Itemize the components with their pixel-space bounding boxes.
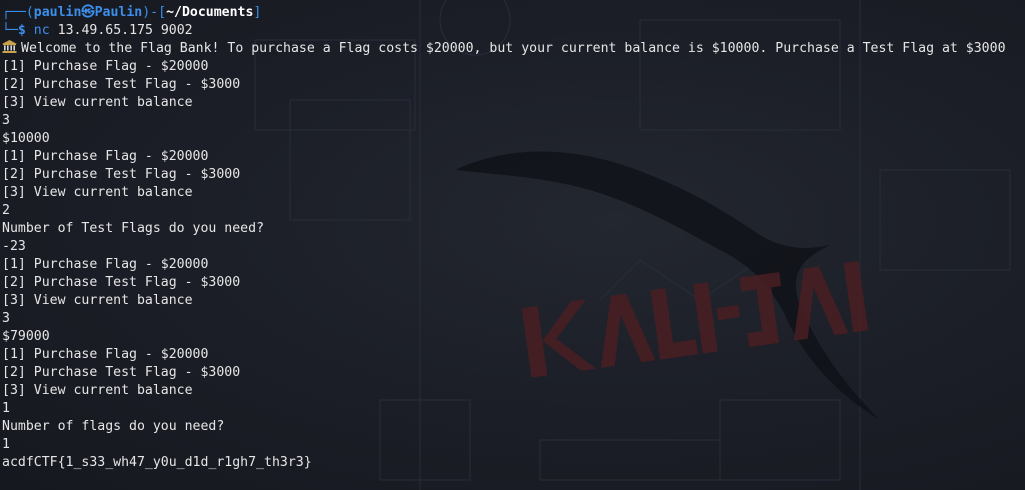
prompt-frame-corner: └─ bbox=[2, 23, 18, 38]
menu-option-3: [3] View current balance bbox=[2, 293, 193, 308]
menu-option-2: [2] Purchase Test Flag - $3000 bbox=[2, 167, 241, 182]
terminal-window[interactable]: ┌──(paulin㉿Paulin)-[~/Documents] └─$ nc … bbox=[0, 0, 1025, 490]
menu-option-2: [2] Purchase Test Flag - $3000 bbox=[2, 275, 241, 290]
balance-output: $10000 bbox=[2, 131, 50, 146]
prompt-frame-start: ┌──( bbox=[2, 5, 34, 20]
prompt-frame-mid: )-[ bbox=[142, 5, 167, 20]
user-input: 1 bbox=[2, 401, 10, 416]
menu-option-2: [2] Purchase Test Flag - $3000 bbox=[2, 77, 241, 92]
quantity-question: Number of flags do you need? bbox=[2, 419, 225, 434]
user-input: 1 bbox=[2, 437, 10, 452]
menu-option-3: [3] View current balance bbox=[2, 383, 193, 398]
menu-option-2: [2] Purchase Test Flag - $3000 bbox=[2, 365, 241, 380]
menu-option-1: [1] Purchase Flag - $20000 bbox=[2, 347, 209, 362]
menu-option-1: [1] Purchase Flag - $20000 bbox=[2, 149, 209, 164]
bank-icon bbox=[2, 40, 17, 53]
quantity-question: Number of Test Flags do you need? bbox=[2, 221, 265, 236]
output-line: Welcome to the Flag Bank! To purchase a … bbox=[2, 40, 1025, 58]
prompt-dollar: $ bbox=[17, 23, 26, 38]
balance-output: $79000 bbox=[2, 329, 50, 344]
user-input: -23 bbox=[2, 239, 26, 254]
prompt-frame-end: ] bbox=[253, 5, 262, 20]
prompt-at-symbol: ㉿ bbox=[81, 5, 95, 20]
command-args: 13.49.65.175 9002 bbox=[57, 23, 193, 38]
prompt-line-1: ┌──(paulin㉿Paulin)-[~/Documents] bbox=[2, 4, 1025, 22]
command-name: nc bbox=[33, 23, 50, 38]
welcome-message: Welcome to the Flag Bank! To purchase a … bbox=[21, 41, 1006, 56]
menu-option-3: [3] View current balance bbox=[2, 95, 193, 110]
menu-option-3: [3] View current balance bbox=[2, 185, 193, 200]
prompt-host: Paulin bbox=[94, 5, 143, 20]
menu-option-1: [1] Purchase Flag - $20000 bbox=[2, 257, 209, 272]
prompt-user: paulin bbox=[33, 5, 82, 20]
user-input: 3 bbox=[2, 113, 10, 128]
flag-output: acdfCTF{1_s33_wh47_y0u_d1d_r1gh7_th3r3} bbox=[2, 455, 312, 470]
user-input: 2 bbox=[2, 203, 10, 218]
prompt-cwd: ~/Documents bbox=[166, 5, 254, 20]
user-input: 3 bbox=[2, 311, 10, 326]
prompt-line-2: └─$ nc 13.49.65.175 9002 bbox=[2, 22, 1025, 40]
terminal-output[interactable]: ┌──(paulin㉿Paulin)-[~/Documents] └─$ nc … bbox=[2, 4, 1025, 472]
menu-option-1: [1] Purchase Flag - $20000 bbox=[2, 59, 209, 74]
